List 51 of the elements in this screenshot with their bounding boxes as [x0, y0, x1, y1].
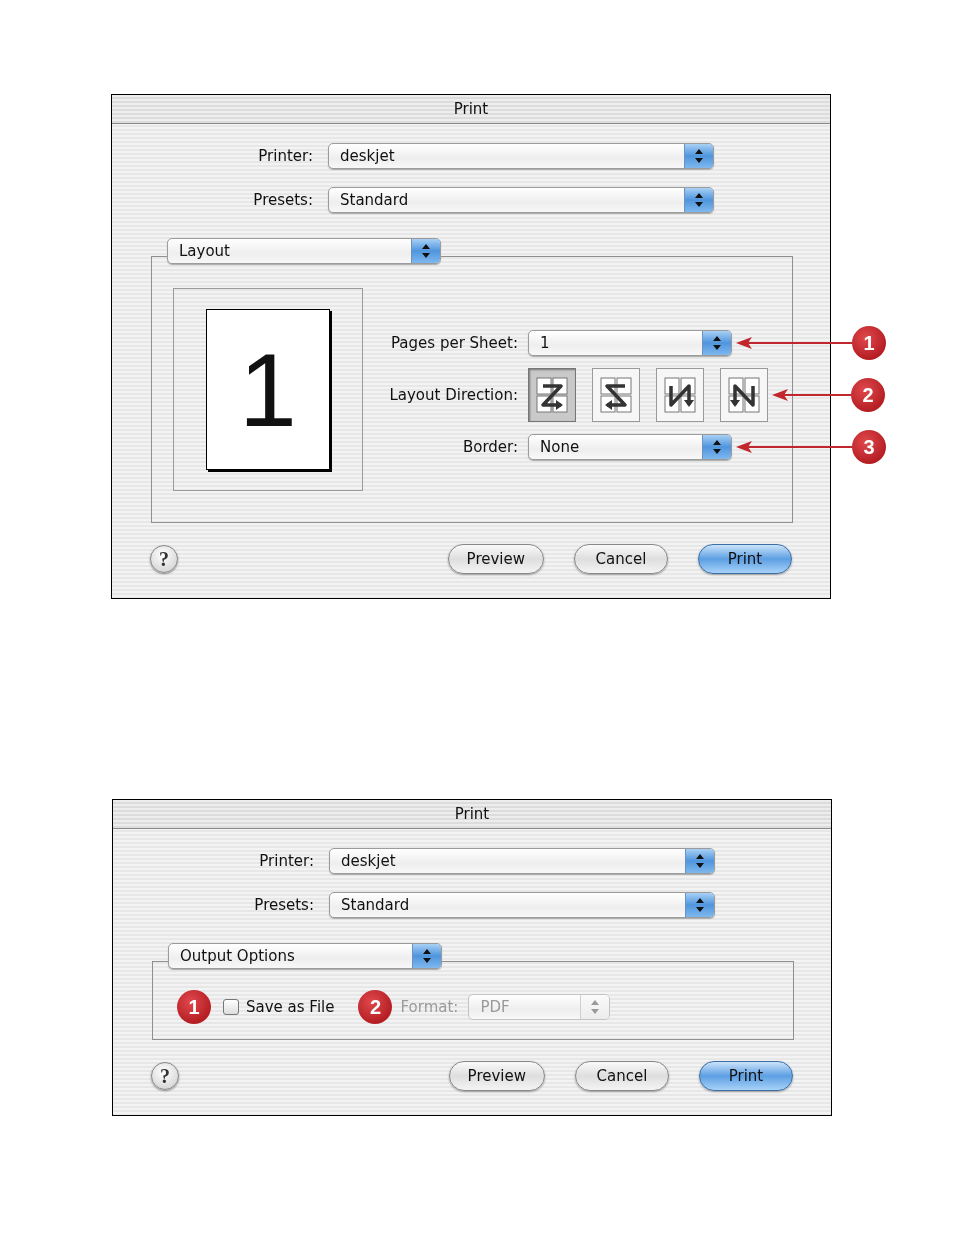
dialog-button[interactable]: Preview [448, 1061, 545, 1091]
layout-direction-button[interactable] [592, 368, 640, 422]
dialog-button[interactable]: Print [699, 1061, 793, 1091]
layout-direction-button[interactable] [528, 368, 576, 422]
page-order-icon [726, 375, 762, 415]
window-title: Print [112, 95, 830, 124]
page-order-icon [662, 375, 698, 415]
popup-menu[interactable]: Standard [329, 892, 715, 918]
popup-menu[interactable]: Output Options [168, 943, 442, 969]
popup-arrows-icon [702, 435, 731, 459]
callout-number: 3 [852, 430, 886, 464]
page-order-icon [534, 375, 570, 415]
callout-number: 1 [852, 326, 886, 360]
field-label: Pages per Sheet: [390, 334, 518, 352]
dialog-button[interactable]: Print [698, 544, 792, 574]
help-button[interactable]: ? [150, 545, 178, 573]
callout-number: 2 [358, 990, 393, 1024]
callout-number: 1 [177, 990, 211, 1024]
field-label: Printer: [257, 147, 313, 165]
popup-menu[interactable]: deskjet [328, 143, 714, 169]
field-label: Layout Direction: [388, 386, 518, 404]
dialog-button[interactable]: Preview [447, 544, 544, 574]
field-label: Format: [400, 998, 459, 1016]
dialog-button[interactable]: Cancel [574, 544, 668, 574]
page-order-icon [598, 375, 634, 415]
layout-direction-button[interactable] [720, 368, 768, 422]
window-title: Print [113, 800, 831, 829]
dialog-button[interactable]: Cancel [575, 1061, 669, 1091]
help-button[interactable]: ? [151, 1062, 179, 1090]
field-label: Border: [461, 438, 518, 456]
page-number: 1 [239, 337, 297, 442]
popup-arrows-icon [685, 893, 714, 917]
popup-arrows-icon [411, 239, 440, 263]
popup-menu[interactable]: None [528, 434, 732, 460]
popup-arrows-icon [702, 331, 731, 355]
popup-menu[interactable]: Standard [328, 187, 714, 213]
checkbox-label: Save as File [246, 998, 335, 1016]
popup-menu[interactable]: deskjet [329, 848, 715, 874]
popup-menu[interactable]: 1 [528, 330, 732, 356]
checkbox[interactable] [223, 999, 239, 1015]
callout-number: 2 [851, 378, 885, 412]
popup-menu[interactable]: Layout [167, 238, 441, 264]
popup-arrows-icon [685, 849, 714, 873]
field-label: Presets: [253, 896, 314, 914]
popup-arrows-icon [684, 144, 713, 168]
field-label: Printer: [258, 852, 314, 870]
field-label: Presets: [252, 191, 313, 209]
popup-arrows-icon [580, 995, 610, 1019]
layout-direction-button[interactable] [656, 368, 704, 422]
popup-arrows-icon [412, 944, 441, 968]
popup-arrows-icon [684, 188, 713, 212]
